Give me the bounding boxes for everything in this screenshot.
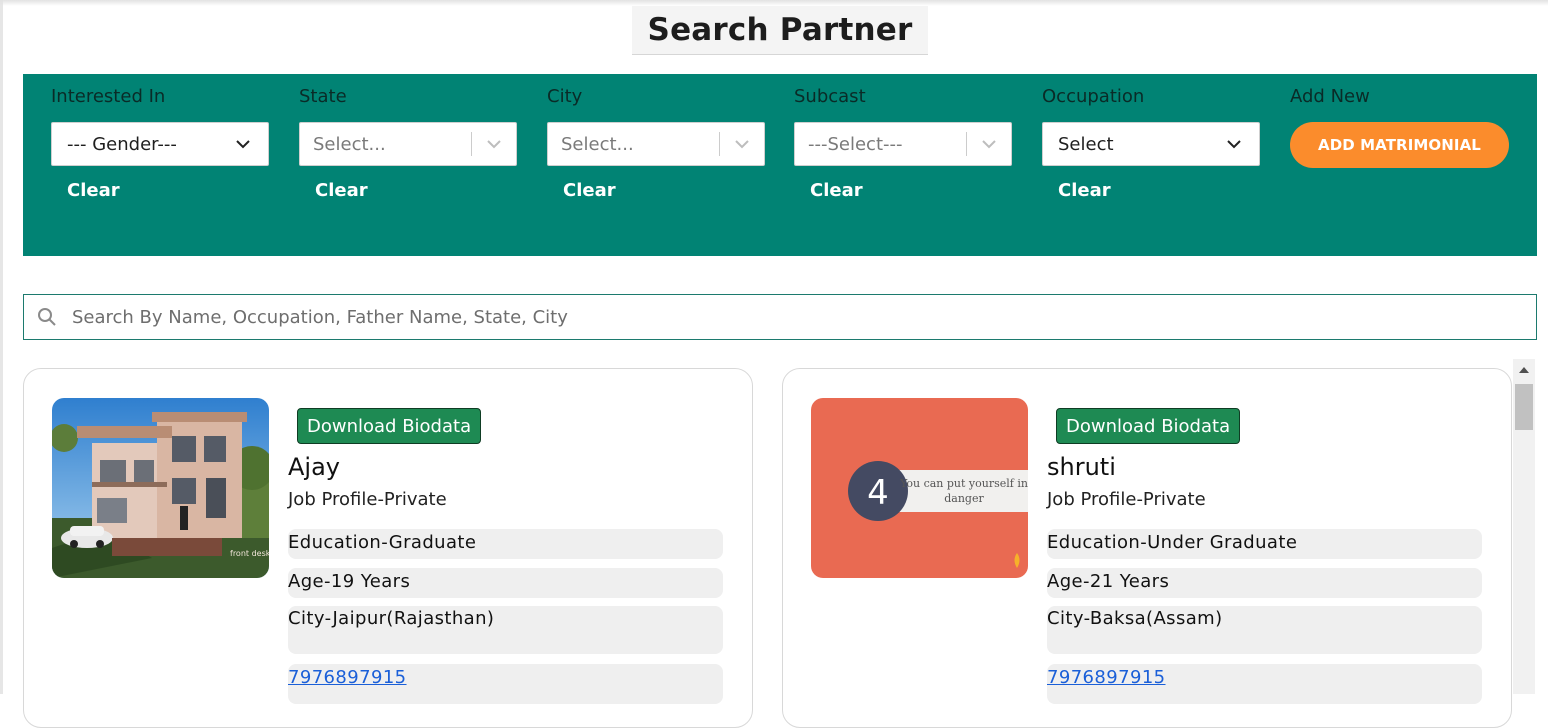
filter-add-new: Add New ADD MATRIMONIAL — [1290, 74, 1510, 256]
subcast-select-value: ---Select--- — [808, 133, 903, 155]
profile-city-text: City-Baksa(Assam) — [1047, 608, 1223, 629]
gender-select[interactable]: --- Gender--- — [51, 122, 269, 166]
profile-job: Job Profile-Private — [288, 489, 447, 510]
page-title: Search Partner — [647, 12, 913, 48]
clear-occupation-link[interactable]: Clear — [1058, 180, 1111, 201]
profile-age: Age-21 Years — [1047, 568, 1482, 598]
slide-text-line2: danger — [944, 492, 984, 505]
profile-phone: 7976897915 — [1047, 664, 1482, 704]
clear-state-link[interactable]: Clear — [315, 180, 368, 201]
add-new-label: Add New — [1290, 86, 1370, 107]
scrollbar-thumb[interactable] — [1515, 384, 1533, 430]
add-matrimonial-button[interactable]: ADD MATRIMONIAL — [1290, 122, 1509, 168]
profile-education-text: Education-Graduate — [288, 532, 477, 553]
filter-interested-in: Interested In --- Gender--- Clear — [51, 74, 271, 256]
chevron-down-icon — [1209, 123, 1259, 165]
profile-education-text: Education-Under Graduate — [1047, 532, 1298, 553]
clear-city-link[interactable]: Clear — [563, 180, 616, 201]
photo-caption: front desk — [230, 549, 269, 558]
gender-select-value: --- Gender--- — [67, 133, 177, 155]
filter-label: State — [299, 86, 347, 107]
profile-city-text: City-Jaipur(Rajasthan) — [288, 608, 495, 629]
profile-city: City-Baksa(Assam) — [1047, 606, 1482, 654]
phone-link[interactable]: 7976897915 — [288, 667, 407, 688]
search-icon — [24, 307, 68, 327]
state-select-value: Select... — [313, 133, 386, 155]
profile-city: City-Jaipur(Rajasthan) — [288, 606, 723, 654]
city-select-value: Select... — [561, 133, 634, 155]
subcast-select[interactable]: ---Select--- — [794, 122, 1012, 166]
profile-photo: 4 You can put yourself in danger — [811, 398, 1028, 578]
filter-subcast: Subcast ---Select--- Clear — [794, 74, 1014, 256]
page-left-edge — [0, 0, 3, 694]
profile-card: front desk Download Biodata Ajay Job Pro… — [23, 368, 753, 728]
chevron-down-icon[interactable] — [472, 123, 516, 165]
clear-subcast-link[interactable]: Clear — [810, 180, 863, 201]
filter-city: City Select... Clear — [547, 74, 767, 256]
clear-gender-link[interactable]: Clear — [67, 180, 120, 201]
search-input[interactable] — [68, 294, 1536, 340]
profile-phone: 7976897915 — [288, 664, 723, 704]
download-biodata-button[interactable]: Download Biodata — [1056, 408, 1241, 444]
scroll-up-arrow-icon[interactable] — [1513, 359, 1535, 381]
chevron-down-icon[interactable] — [720, 123, 764, 165]
download-biodata-button[interactable]: Download Biodata — [297, 408, 482, 444]
profile-education: Education-Under Graduate — [1047, 529, 1482, 559]
profile-card: 4 You can put yourself in danger Downloa… — [782, 368, 1512, 728]
state-select[interactable]: Select... — [299, 122, 517, 166]
occupation-select-value: Select — [1058, 133, 1114, 155]
page-title-box: Search Partner — [632, 6, 928, 55]
search-bar — [23, 294, 1537, 340]
filter-label: City — [547, 86, 583, 107]
profile-education: Education-Graduate — [288, 529, 723, 559]
profile-job: Job Profile-Private — [1047, 489, 1206, 510]
profile-age-text: Age-19 Years — [288, 571, 411, 592]
profile-age: Age-19 Years — [288, 568, 723, 598]
profile-name: Ajay — [288, 453, 340, 481]
chevron-down-icon[interactable] — [967, 123, 1011, 165]
profile-name: shruti — [1047, 453, 1116, 481]
chevron-down-icon — [218, 123, 268, 165]
filter-label: Subcast — [794, 86, 866, 107]
filter-occupation: Occupation Select Clear — [1042, 74, 1262, 256]
profile-photo: front desk — [52, 398, 269, 578]
filter-label: Interested In — [51, 86, 166, 107]
city-select[interactable]: Select... — [547, 122, 765, 166]
profile-age-text: Age-21 Years — [1047, 571, 1170, 592]
filter-bar: Interested In --- Gender--- Clear State … — [23, 74, 1537, 256]
slide-number: 4 — [867, 473, 889, 513]
results-scrollbar[interactable] — [1513, 359, 1535, 694]
filter-state: State Select... Clear — [299, 74, 519, 256]
phone-link[interactable]: 7976897915 — [1047, 667, 1166, 688]
filter-label: Occupation — [1042, 86, 1145, 107]
slide-text-line1: You can put yourself in — [899, 477, 1028, 490]
occupation-select[interactable]: Select — [1042, 122, 1260, 166]
